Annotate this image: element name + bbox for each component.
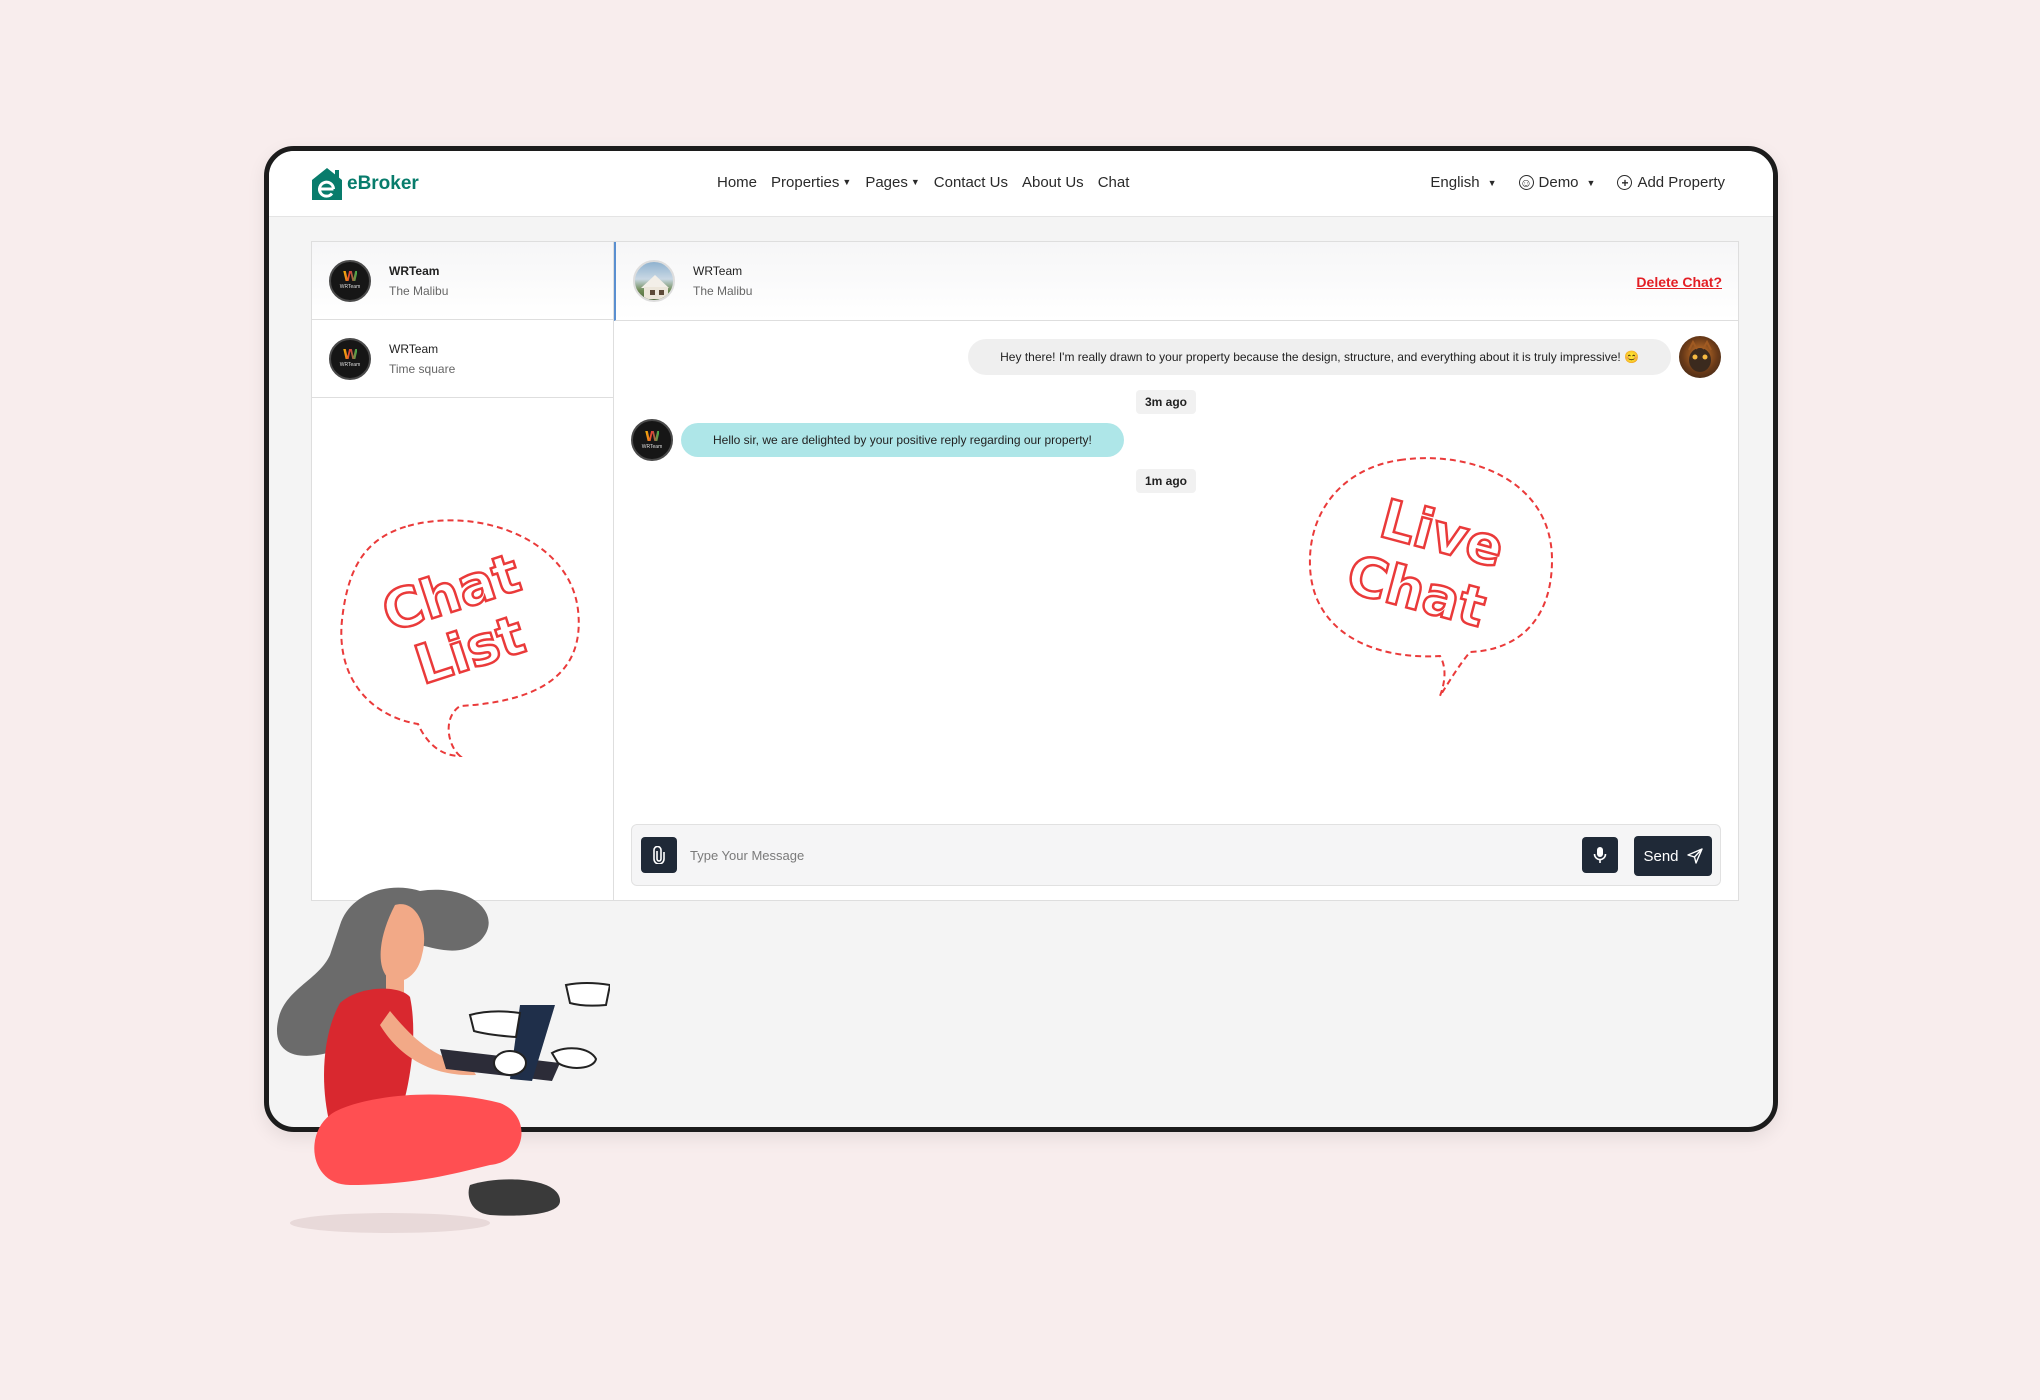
nav-home-label: Home	[717, 174, 758, 191]
nav-right: English ▼ ☺ Demo ▼ + Add Property	[1430, 174, 1725, 191]
message-timestamp: 3m ago	[1136, 390, 1197, 414]
nav-links: Home Properties ▼ Pages ▼ Contact Us About…	[717, 174, 1129, 191]
house-logo-icon	[312, 168, 342, 200]
logo-text: eBroker	[347, 173, 419, 194]
message-bubble: Hello sir, we are delighted by your posi…	[681, 423, 1124, 457]
message-outgoing: Hey there! I'm really drawn to your prop…	[968, 336, 1721, 378]
language-label: English	[1430, 174, 1480, 191]
message-timestamp: 1m ago	[1136, 469, 1197, 493]
avatar: W WRTeam	[631, 419, 673, 461]
caret-down-icon: ▼	[842, 177, 852, 187]
microphone-button[interactable]	[1582, 837, 1618, 873]
chat-header-property: The Malibu	[693, 284, 753, 298]
chat-list: W WRTeam WRTeam The Malibu W WRTeam WRTeam…	[312, 242, 614, 900]
woman-laptop-illustration	[270, 885, 612, 1245]
user-label: Demo	[1538, 174, 1579, 191]
plus-circle-icon: +	[1617, 175, 1633, 190]
conversation-property: The Malibu	[389, 283, 449, 298]
avatar	[1679, 336, 1721, 378]
nav-pages-label: Pages	[865, 174, 908, 191]
caret-down-icon: ▼	[910, 177, 920, 187]
nav-properties-label: Properties	[771, 174, 840, 191]
message-input[interactable]	[690, 842, 1290, 868]
nav-chat-label: Chat	[1097, 174, 1130, 191]
caret-down-icon: ▼	[1487, 177, 1497, 188]
conversation-property: Time square	[389, 361, 456, 376]
message-bubble: Hey there! I'm really drawn to your prop…	[968, 339, 1671, 375]
message-composer: Send	[631, 824, 1721, 886]
paperclip-icon	[653, 846, 665, 864]
user-dropdown[interactable]: ☺ Demo ▼	[1518, 174, 1596, 191]
delete-chat-link[interactable]: Delete Chat?	[1636, 274, 1722, 290]
caret-down-icon: ▼	[1586, 177, 1596, 188]
logo[interactable]: eBroker	[311, 167, 419, 201]
chat-header-name: WRTeam	[693, 264, 743, 278]
avatar: W WRTeam	[329, 259, 371, 302]
chat-panel: WRTeam The Malibu Delete Chat? Hey there…	[614, 242, 1738, 900]
navbar: eBroker Home Properties ▼ Pages ▼ Contact …	[269, 151, 1773, 217]
nav-about-us[interactable]: About Us	[1022, 174, 1084, 191]
message-incoming: W WRTeam Hello sir, we are delighted by y…	[631, 419, 1124, 461]
property-avatar	[633, 260, 675, 302]
nav-pages[interactable]: Pages ▼	[865, 174, 919, 191]
send-button[interactable]: Send	[1634, 836, 1712, 876]
conversation-name: WRTeam	[389, 341, 439, 356]
nav-properties[interactable]: Properties ▼	[771, 174, 851, 191]
nav-home[interactable]: Home	[717, 174, 757, 191]
woman-laptop-icon	[276, 887, 612, 1233]
send-label: Send	[1643, 847, 1679, 865]
chat-list-item[interactable]: W WRTeam WRTeam Time square	[312, 320, 613, 398]
nav-about-us-label: About Us	[1021, 174, 1084, 191]
nav-contact-us[interactable]: Contact Us	[934, 174, 1008, 191]
nav-chat[interactable]: Chat	[1098, 174, 1130, 191]
conversation-name: WRTeam	[389, 263, 440, 278]
send-icon	[1686, 848, 1703, 864]
chat-header: WRTeam The Malibu Delete Chat?	[614, 242, 1738, 321]
avatar: W WRTeam	[329, 337, 371, 380]
attach-button[interactable]	[641, 837, 677, 873]
microphone-icon	[1593, 847, 1607, 863]
add-property-button[interactable]: + Add Property	[1617, 174, 1725, 191]
chat-list-item[interactable]: W WRTeam WRTeam The Malibu	[312, 242, 613, 320]
language-dropdown[interactable]: English ▼	[1430, 174, 1496, 191]
nav-contact-us-label: Contact Us	[933, 174, 1008, 191]
chat-app: W WRTeam WRTeam The Malibu W WRTeam WRTeam…	[311, 241, 1739, 901]
add-property-label: Add Property	[1637, 174, 1725, 191]
smile-icon: ☺	[1518, 175, 1534, 190]
